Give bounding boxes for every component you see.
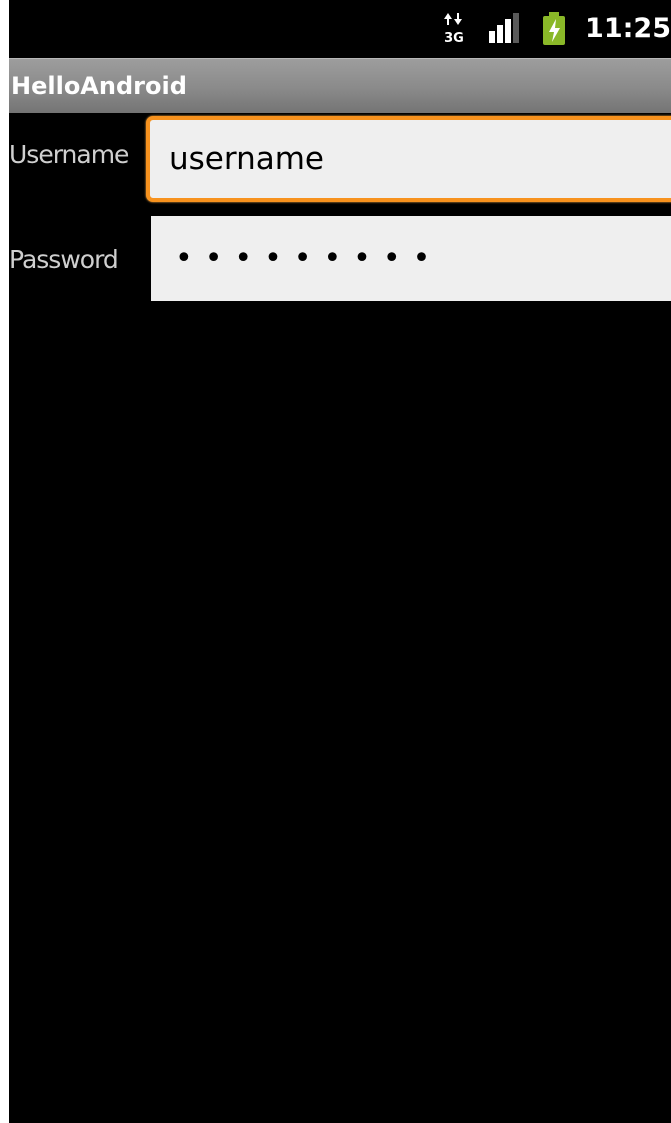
password-field[interactable]: ••••••••• bbox=[151, 216, 671, 301]
username-label: Username bbox=[9, 140, 129, 169]
status-clock: 11:25 bbox=[585, 13, 671, 44]
battery-charging-icon bbox=[543, 12, 566, 45]
status-icons: 3G 11:25 bbox=[441, 0, 671, 58]
network-type-label: 3G bbox=[444, 31, 464, 46]
username-field[interactable]: username bbox=[146, 116, 671, 202]
app-title: HelloAndroid bbox=[11, 72, 187, 100]
3g-data-arrows-icon: 3G bbox=[444, 13, 464, 46]
status-bar: 3G 11:25 bbox=[9, 0, 671, 58]
password-label: Password bbox=[9, 245, 119, 274]
title-bar: HelloAndroid bbox=[9, 58, 671, 113]
signal-strength-icon bbox=[489, 13, 520, 43]
screen-edge bbox=[0, 0, 9, 1123]
app-screen: 3G 11:25 HelloAndroid Username username … bbox=[0, 0, 671, 1123]
